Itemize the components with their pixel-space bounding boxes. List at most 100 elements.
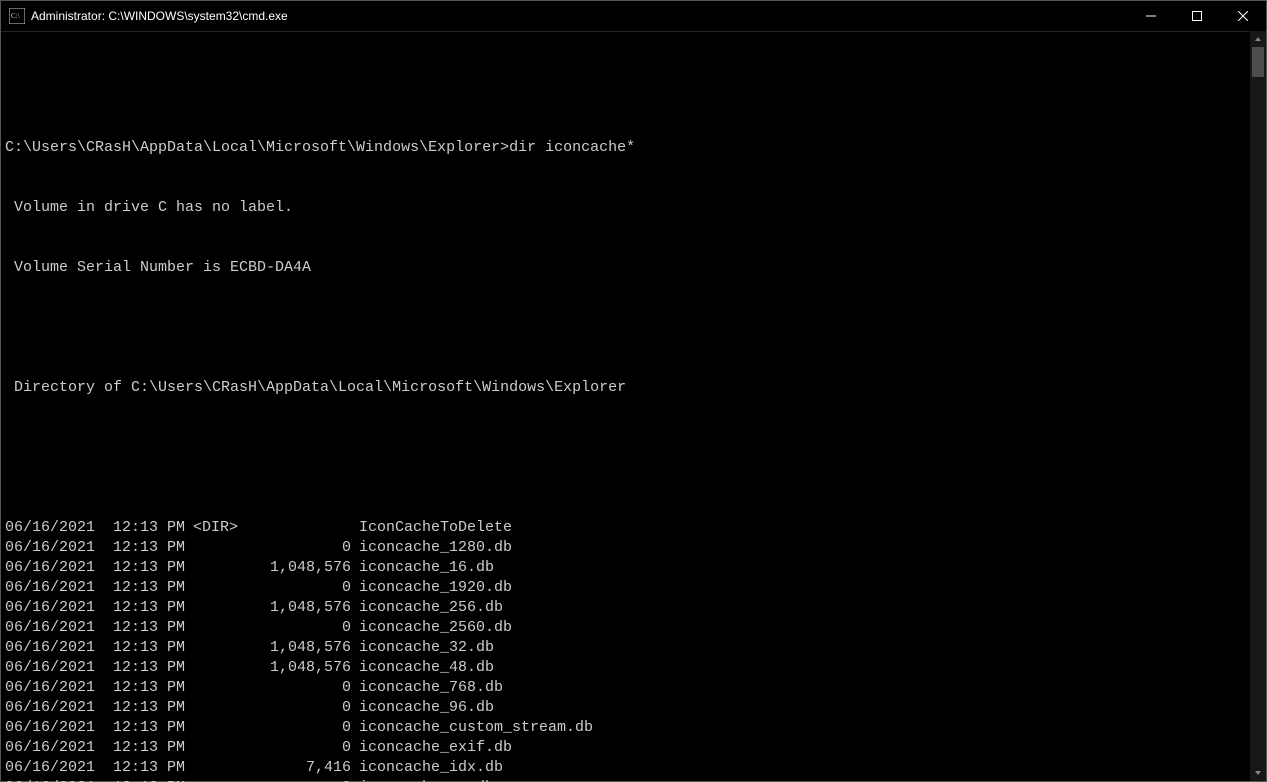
- col-time: 12:13 PM: [95, 658, 175, 678]
- col-size: 1,048,576: [245, 638, 355, 658]
- col-dir: [175, 558, 245, 578]
- col-size: 0: [245, 618, 355, 638]
- col-date: 06/16/2021: [5, 598, 95, 618]
- titlebar[interactable]: C:\ Administrator: C:\WINDOWS\system32\c…: [1, 1, 1266, 32]
- minimize-button[interactable]: [1128, 1, 1174, 31]
- col-dir: [175, 718, 245, 738]
- col-dir: [175, 538, 245, 558]
- col-time: 12:13 PM: [95, 618, 175, 638]
- dir-row: 06/16/2021 12:13 PM 1,048,576iconcache_16…: [5, 558, 1266, 578]
- col-name: iconcache_32.db: [355, 638, 1266, 658]
- dir-row: 06/16/2021 12:13 PM 0iconcache_1280.db: [5, 538, 1266, 558]
- dir-row: 06/16/2021 12:13 PM 1,048,576iconcache_32…: [5, 638, 1266, 658]
- col-dir: [175, 698, 245, 718]
- col-name: iconcache_256.db: [355, 598, 1266, 618]
- col-name: iconcache_2560.db: [355, 618, 1266, 638]
- col-name: iconcache_exif.db: [355, 738, 1266, 758]
- dir-row: 06/16/2021 12:13 PM1,048,576iconcache_25…: [5, 598, 1266, 618]
- col-size: [245, 518, 355, 538]
- col-date: 06/16/2021: [5, 578, 95, 598]
- col-time: 12:13 PM: [95, 638, 175, 658]
- col-date: 06/16/2021: [5, 738, 95, 758]
- prompt-line: C:\Users\CRasH\AppData\Local\Microsoft\W…: [5, 138, 1266, 158]
- dir-row: 06/16/2021 12:13 PM 0iconcache_custom_str…: [5, 718, 1266, 738]
- dir-row: 06/16/2021 12:13 PM 1,048,576iconcache_48…: [5, 658, 1266, 678]
- col-date: 06/16/2021: [5, 698, 95, 718]
- col-size: 0: [245, 698, 355, 718]
- close-button[interactable]: [1220, 1, 1266, 31]
- cmd-icon: C:\: [9, 8, 25, 24]
- col-date: 06/16/2021: [5, 618, 95, 638]
- scroll-down-arrow[interactable]: [1250, 765, 1266, 781]
- col-size: 7,416: [245, 758, 355, 778]
- col-date: 06/16/2021: [5, 778, 95, 782]
- cmd-window: C:\ Administrator: C:\WINDOWS\system32\c…: [0, 0, 1267, 782]
- dir-listing: 06/16/2021 12:13 PM <DIR> IconCacheToDele…: [5, 518, 1266, 782]
- blank-line: [5, 318, 1266, 338]
- blank-line: [5, 78, 1266, 98]
- scroll-thumb[interactable]: [1252, 47, 1264, 77]
- prompt-text: C:\Users\CRasH\AppData\Local\Microsoft\W…: [5, 139, 509, 156]
- col-dir: [175, 778, 245, 782]
- col-date: 06/16/2021: [5, 658, 95, 678]
- directory-of: Directory of C:\Users\CRasH\AppData\Loca…: [5, 378, 1266, 398]
- col-dir: [175, 658, 245, 678]
- dir-row: 06/16/2021 12:13 PM0iconcache_exif.db: [5, 738, 1266, 758]
- col-size: 0: [245, 778, 355, 782]
- col-dir: [175, 678, 245, 698]
- col-dir: [175, 598, 245, 618]
- col-name: iconcache_768.db: [355, 678, 1266, 698]
- col-dir: [175, 758, 245, 778]
- col-date: 06/16/2021: [5, 718, 95, 738]
- dir-row: 06/16/2021 12:13 PM 0iconcache_96.db: [5, 698, 1266, 718]
- col-name: iconcache_1280.db: [355, 538, 1266, 558]
- col-time: 12:13 PM: [95, 758, 175, 778]
- col-size: 0: [245, 578, 355, 598]
- col-dir: <DIR>: [175, 518, 245, 538]
- col-name: iconcache_custom_stream.db: [355, 718, 1266, 738]
- dir-row: 06/16/2021 12:13 PM0iconcache_768.db: [5, 678, 1266, 698]
- col-time: 12:13 PM: [95, 558, 175, 578]
- col-date: 06/16/2021: [5, 558, 95, 578]
- col-size: 1,048,576: [245, 598, 355, 618]
- dir-row: 06/16/2021 12:13 PM <DIR>IconCacheToDele…: [5, 518, 1266, 538]
- col-name: iconcache_idx.db: [355, 758, 1266, 778]
- cmd-dir: dir iconcache*: [509, 139, 635, 156]
- vertical-scrollbar[interactable]: [1250, 31, 1266, 781]
- col-size: 1,048,576: [245, 658, 355, 678]
- col-date: 06/16/2021: [5, 518, 95, 538]
- col-name: IconCacheToDelete: [355, 518, 1266, 538]
- maximize-button[interactable]: [1174, 1, 1220, 31]
- col-size: 1,048,576: [245, 558, 355, 578]
- col-time: 12:13 PM: [95, 738, 175, 758]
- col-dir: [175, 638, 245, 658]
- col-name: iconcache_16.db: [355, 558, 1266, 578]
- dir-row: 06/16/2021 12:13 PM0iconcache_1920.db: [5, 578, 1266, 598]
- scroll-up-arrow[interactable]: [1250, 31, 1266, 47]
- col-dir: [175, 618, 245, 638]
- col-dir: [175, 738, 245, 758]
- col-date: 06/16/2021: [5, 758, 95, 778]
- col-time: 12:13 PM: [95, 578, 175, 598]
- col-time: 12:13 PM: [95, 538, 175, 558]
- volume-line-1: Volume in drive C has no label.: [5, 198, 1266, 218]
- dir-row: 06/16/2021 12:13 PM 7,416iconcache_idx.db: [5, 758, 1266, 778]
- col-name: iconcache_96.db: [355, 698, 1266, 718]
- col-name: iconcache_48.db: [355, 658, 1266, 678]
- svg-text:C:\: C:\: [11, 12, 20, 20]
- col-dir: [175, 578, 245, 598]
- volume-line-2: Volume Serial Number is ECBD-DA4A: [5, 258, 1266, 278]
- col-time: 12:13 PM: [95, 678, 175, 698]
- blank-line: [5, 438, 1266, 458]
- col-date: 06/16/2021: [5, 638, 95, 658]
- col-time: 12:13 PM: [95, 718, 175, 738]
- dir-row: 06/16/2021 12:13 PM0iconcache_sr.db: [5, 778, 1266, 782]
- col-size: 0: [245, 538, 355, 558]
- col-date: 06/16/2021: [5, 678, 95, 698]
- col-time: 12:13 PM: [95, 698, 175, 718]
- terminal-output[interactable]: C:\Users\CRasH\AppData\Local\Microsoft\W…: [1, 32, 1266, 782]
- col-date: 06/16/2021: [5, 538, 95, 558]
- window-title: Administrator: C:\WINDOWS\system32\cmd.e…: [31, 9, 288, 23]
- col-size: 0: [245, 718, 355, 738]
- dir-row: 06/16/2021 12:13 PM 0iconcache_2560.db: [5, 618, 1266, 638]
